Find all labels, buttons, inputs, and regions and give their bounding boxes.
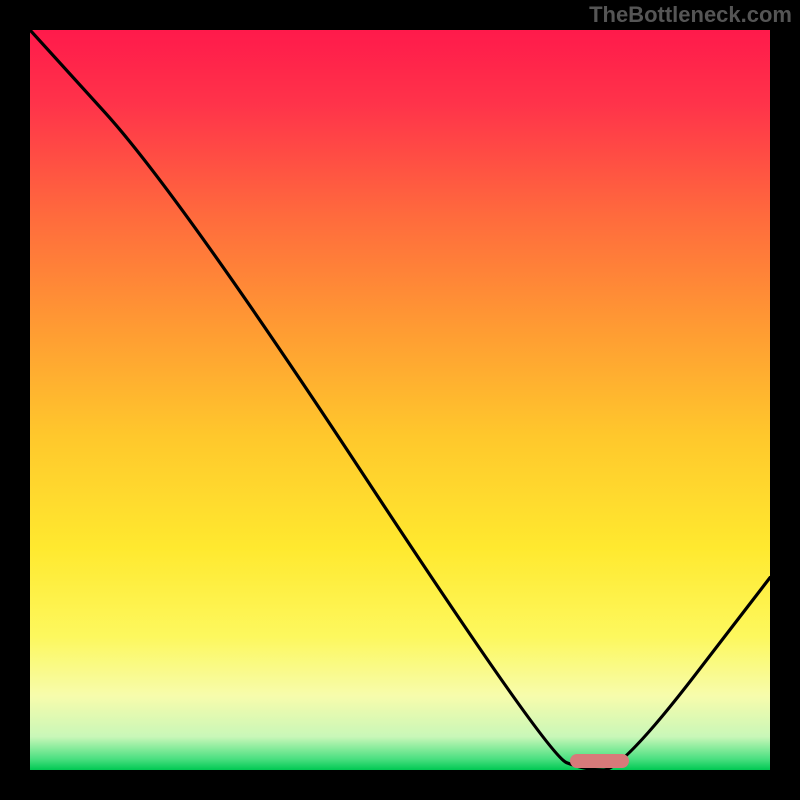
curve-line [30, 30, 770, 770]
optimal-marker [570, 754, 629, 768]
plot-area [30, 30, 770, 770]
watermark-text: TheBottleneck.com [589, 2, 792, 28]
